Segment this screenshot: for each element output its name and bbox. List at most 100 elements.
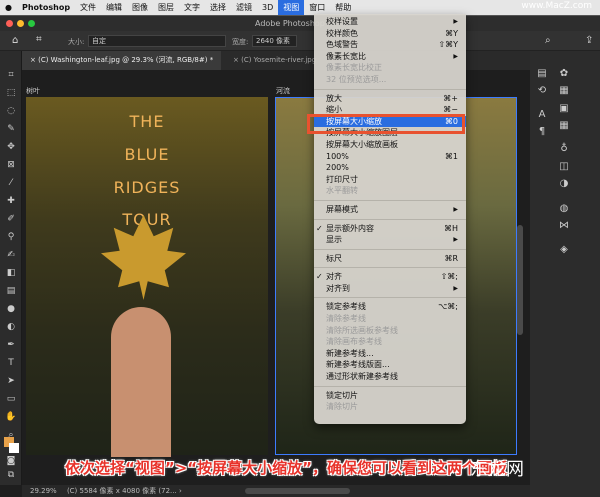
quick-select-icon[interactable]: ✎ [5, 123, 17, 135]
blur-icon[interactable]: ● [5, 303, 17, 315]
view-menu-item[interactable]: 像素长宽比 ▶ [314, 51, 466, 63]
menu-item-label: 校样颜色 [326, 28, 358, 38]
watermark: www.MacZ.com [521, 1, 592, 11]
screen-mode-icon[interactable]: ⧉ [5, 469, 17, 481]
horizontal-scrollbar[interactable] [245, 488, 350, 494]
menu-filter[interactable]: 滤镜 [231, 2, 257, 13]
color-icon[interactable]: ✿ [558, 68, 570, 80]
menu-separator [314, 385, 466, 387]
character-icon[interactable]: A [536, 109, 548, 121]
menu-3d[interactable]: 3D [257, 3, 278, 12]
patterns-icon[interactable]: ▦ [558, 120, 570, 132]
learn-icon[interactable]: ♁ [558, 143, 570, 155]
view-menu-item[interactable]: 按屏幕大小缩放画板 [314, 139, 466, 151]
swatches-icon[interactable]: ▦ [558, 85, 570, 97]
view-menu-item[interactable]: 屏幕模式 ▶ [314, 204, 466, 216]
gradient-icon[interactable]: ▤ [5, 285, 17, 297]
paragraph-icon[interactable]: ¶ [536, 126, 548, 138]
view-menu-item: 清除切片 [314, 401, 466, 413]
frame-tool-icon[interactable]: ⊠ [5, 159, 17, 171]
view-menu-item[interactable]: 校样设置 ▶ [314, 16, 466, 28]
menu-type[interactable]: 文字 [179, 2, 205, 13]
menu-separator [314, 267, 466, 269]
rectangle-tool-icon[interactable]: ▭ [5, 393, 17, 405]
background-color[interactable] [9, 443, 19, 453]
history-brush-icon[interactable]: ✍ [5, 249, 17, 261]
search-icon[interactable]: ⌕ [545, 35, 551, 46]
gradients-icon[interactable]: ▣ [558, 103, 570, 115]
history-icon[interactable]: ⟲ [536, 85, 548, 97]
layers-icon[interactable]: ◈ [558, 244, 570, 256]
document-info[interactable]: (C) 5584 像素 x 4080 像素 (72... › [67, 487, 182, 495]
close-button[interactable] [6, 20, 13, 27]
view-menu-item[interactable]: 锁定参考线 ⌥⌘; [314, 301, 466, 313]
brush-icon[interactable]: ✐ [5, 213, 17, 225]
menu-view[interactable]: 视图 [278, 0, 305, 15]
menu-edit[interactable]: 编辑 [101, 2, 127, 13]
lasso-tool-icon[interactable]: ◌ [5, 105, 17, 117]
zoom-level[interactable]: 29.29% [30, 487, 57, 495]
share-icon[interactable]: ⇪ [585, 35, 593, 46]
crop-tool-icon[interactable]: ⌗ [5, 69, 17, 81]
pen-icon[interactable]: ✒ [5, 339, 17, 351]
view-menu-item[interactable]: 校样颜色 ⌘Y [314, 28, 466, 40]
adjustments-icon[interactable]: ◑ [558, 178, 570, 190]
home-icon[interactable]: ⌂ [12, 35, 18, 46]
tab-washington-leaf[interactable]: × (C) Washington-leaf.jpg @ 29.3% (河流, R… [22, 51, 222, 70]
maximize-button[interactable] [28, 20, 35, 27]
menu-layer[interactable]: 图层 [153, 2, 179, 13]
view-menu-item[interactable]: 显示 ▶ [314, 234, 466, 246]
menu-window[interactable]: 窗口 [304, 2, 330, 13]
view-menu-item[interactable]: 通过形状新建参考线 [314, 371, 466, 383]
view-menu-item[interactable]: 锁定切片 [314, 390, 466, 402]
quick-mask-icon[interactable]: ◙ [5, 455, 17, 467]
view-menu-item[interactable]: 100% ⌘1 [314, 151, 466, 163]
type-tool-icon[interactable]: T [5, 357, 17, 369]
stamp-icon[interactable]: ⚲ [5, 231, 17, 243]
eraser-icon[interactable]: ◧ [5, 267, 17, 279]
view-menu-item: 清除所选画板参考线 [314, 325, 466, 337]
view-menu-item: 水平翻转 [314, 185, 466, 197]
view-menu-item[interactable]: 标尺 ⌘R [314, 253, 466, 265]
hand-tool-icon[interactable]: ✋ [5, 411, 17, 423]
right-panels: ▤ ⟲ A ¶ ✿ ▦ ▣ ▦ ♁ ◫ ◑ ◍ ⋈ ◈ [530, 51, 600, 497]
options-bar: ⌂ ⌗ 大小: 自定 宽度: 2640 像素 ⌕ ⇪ [0, 31, 600, 51]
view-menu-item: 清除画布参考线 [314, 336, 466, 348]
size-select[interactable]: 自定 [88, 35, 226, 47]
eyedropper-icon[interactable]: ⁄ [5, 177, 17, 189]
minimize-button[interactable] [17, 20, 24, 27]
view-menu-item[interactable]: ✓ 显示额外内容 ⌘H [314, 223, 466, 235]
menu-file[interactable]: 文件 [75, 2, 101, 13]
move-tool-icon[interactable]: ✥ [5, 141, 17, 153]
channels-icon[interactable]: ◍ [558, 203, 570, 215]
properties-icon[interactable]: ◫ [558, 161, 570, 173]
view-menu-item[interactable]: 色域警告 ⇧⌘Y [314, 39, 466, 51]
view-menu-item[interactable]: 放大 ⌘+ [314, 93, 466, 105]
paths-icon[interactable]: ⋈ [558, 220, 570, 232]
menu-app[interactable]: Photoshop [17, 3, 75, 12]
tab-yosemite-river[interactable]: × (C) Yosemite-river.jpg [225, 51, 324, 70]
menu-item-label: 32 位预览选项... [326, 74, 387, 84]
dodge-icon[interactable]: ◐ [5, 321, 17, 333]
vertical-scrollbar[interactable] [517, 225, 523, 335]
libraries-icon[interactable]: ▤ [536, 68, 548, 80]
apple-icon[interactable]: ● [0, 3, 17, 12]
menu-item-shortcut: ⌘Y [445, 28, 458, 38]
menu-item-label: 清除参考线 [326, 314, 366, 324]
artboard-leaf[interactable]: THE BLUE RIDGES TOUR [26, 97, 268, 457]
view-menu-item[interactable]: 对齐到 ▶ [314, 283, 466, 295]
menu-image[interactable]: 图像 [127, 2, 153, 13]
marquee-tool-icon[interactable]: ⬚ [5, 87, 17, 99]
view-menu-item[interactable]: 200% [314, 162, 466, 174]
menu-help[interactable]: 帮助 [330, 2, 356, 13]
menu-select[interactable]: 选择 [205, 2, 231, 13]
healing-icon[interactable]: ✚ [5, 195, 17, 207]
view-menu-item[interactable]: 打印尺寸 [314, 174, 466, 186]
menu-separator [314, 199, 466, 201]
view-menu-item[interactable]: 新建参考线... [314, 348, 466, 360]
path-select-icon[interactable]: ➤ [5, 375, 17, 387]
view-menu-item[interactable]: ✓ 对齐 ⇧⌘; [314, 271, 466, 283]
width-input[interactable]: 2640 像素 [252, 35, 297, 47]
view-menu-item[interactable]: 新建参考线版面... [314, 359, 466, 371]
crop-tool-icon[interactable]: ⌗ [36, 34, 42, 45]
